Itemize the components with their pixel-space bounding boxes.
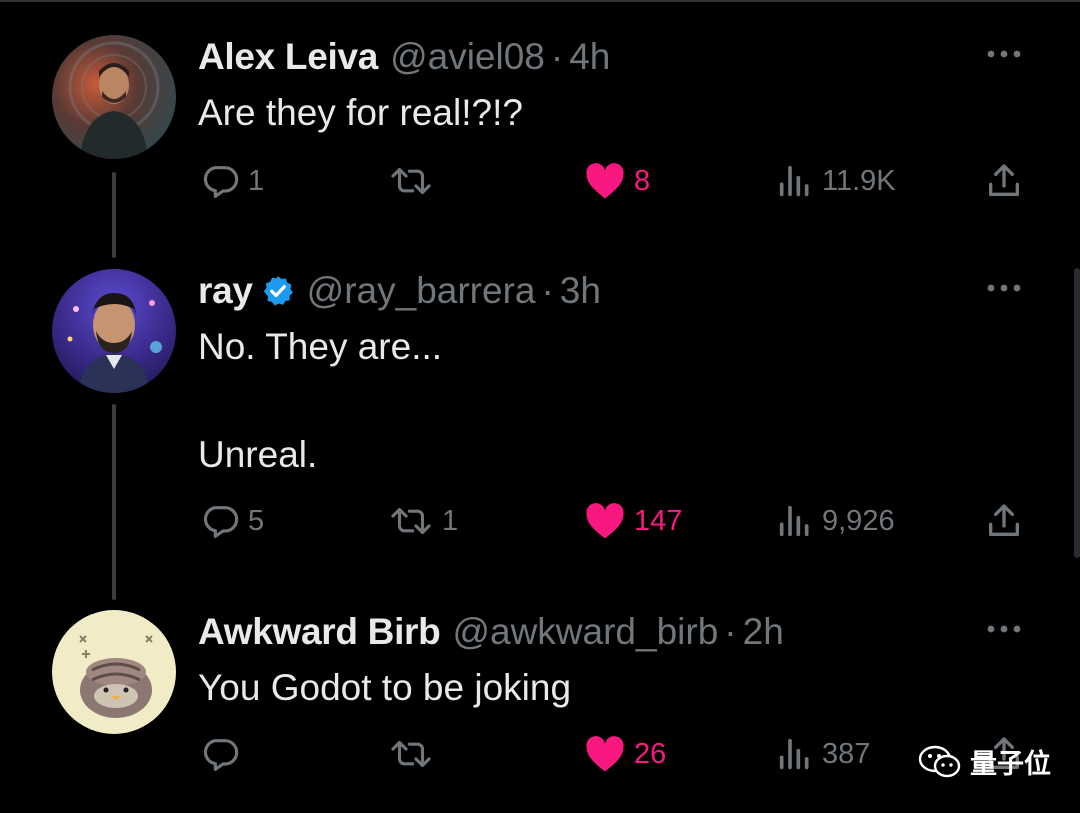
separator-dot: · — [550, 36, 564, 77]
retweet-button[interactable]: 1 — [388, 496, 458, 546]
share-icon — [989, 504, 1019, 536]
view-count: 387 — [822, 737, 871, 770]
more-options-icon[interactable] — [986, 282, 1022, 294]
reply-icon — [203, 739, 239, 771]
views-button[interactable]: 9,926 — [776, 496, 895, 546]
views-button[interactable]: 11.9K — [776, 156, 896, 206]
like-count: 147 — [634, 504, 683, 537]
retweet-icon — [391, 167, 431, 195]
display-name[interactable]: ray — [198, 270, 253, 312]
reply-icon — [203, 506, 239, 538]
share-button[interactable] — [984, 156, 1024, 206]
avatar[interactable] — [52, 610, 176, 734]
timestamp[interactable]: 2h — [743, 611, 784, 653]
retweet-icon — [391, 507, 431, 535]
more-options-icon[interactable] — [986, 48, 1022, 60]
more-options-icon[interactable] — [986, 623, 1022, 635]
tweet-text: No. They are... Unreal. — [198, 326, 443, 475]
avatar[interactable] — [52, 269, 176, 393]
retweet-icon — [391, 740, 431, 768]
separator-dot: · — [541, 270, 554, 311]
like-count: 8 — [634, 164, 651, 197]
reply-count: 5 — [248, 504, 265, 537]
retweet-button[interactable] — [388, 729, 442, 779]
user-handle[interactable]: @awkward_birb — [452, 611, 718, 653]
views-button[interactable]: 387 — [776, 729, 870, 779]
reply-button[interactable]: 1 — [200, 156, 264, 206]
timestamp[interactable]: 3h — [560, 270, 601, 312]
user-handle[interactable]: @ray_barrera — [307, 270, 536, 312]
view-count: 9,926 — [822, 504, 895, 537]
share-button[interactable] — [984, 496, 1024, 546]
like-count: 26 — [634, 737, 667, 770]
action-bar: 5 1 147 9,926 — [0, 496, 1080, 546]
watermark: 量子位 — [918, 742, 1051, 781]
reply-button[interactable]: 5 — [200, 496, 264, 546]
retweet-button[interactable] — [388, 156, 442, 206]
like-button[interactable]: 8 — [584, 156, 650, 206]
views-icon — [779, 505, 809, 537]
like-button[interactable]: 147 — [584, 496, 682, 546]
views-icon — [779, 738, 809, 770]
tweet-header: Alex Leiva @aviel08 · 4h — [198, 32, 610, 82]
view-count: 11.9K — [822, 164, 896, 197]
user-handle[interactable]: @aviel08 — [390, 36, 545, 78]
tweet-text: Are they for real!?!? — [198, 92, 523, 133]
tweet-header: ray @ray_barrera · 3h — [198, 266, 601, 316]
reply-count: 1 — [248, 164, 265, 197]
display-name[interactable]: Alex Leiva — [198, 36, 378, 78]
retweet-count: 1 — [442, 504, 459, 537]
timestamp[interactable]: 4h — [569, 36, 610, 78]
verified-badge-icon — [263, 276, 293, 306]
like-button[interactable]: 26 — [584, 729, 666, 779]
heart-icon — [586, 163, 624, 199]
avatar[interactable] — [52, 35, 176, 159]
share-icon — [989, 164, 1019, 196]
wechat-logo-icon — [918, 745, 961, 777]
display-name[interactable]: Awkward Birb — [198, 611, 441, 653]
reply-thread: Alex Leiva @aviel08 · 4h Are they for re… — [0, 0, 1080, 813]
tweet-text: You Godot to be joking — [198, 667, 572, 708]
top-divider — [0, 0, 1080, 2]
views-icon — [779, 165, 809, 197]
heart-icon — [586, 736, 624, 772]
reply-icon — [203, 166, 239, 198]
reply-button[interactable] — [200, 729, 248, 779]
heart-icon — [586, 503, 624, 539]
tweet-header: Awkward Birb @awkward_birb · 2h — [198, 607, 784, 657]
action-bar: 1 8 11.9K — [0, 156, 1080, 206]
separator-dot: · — [724, 611, 737, 652]
watermark-text: 量子位 — [970, 749, 1051, 779]
